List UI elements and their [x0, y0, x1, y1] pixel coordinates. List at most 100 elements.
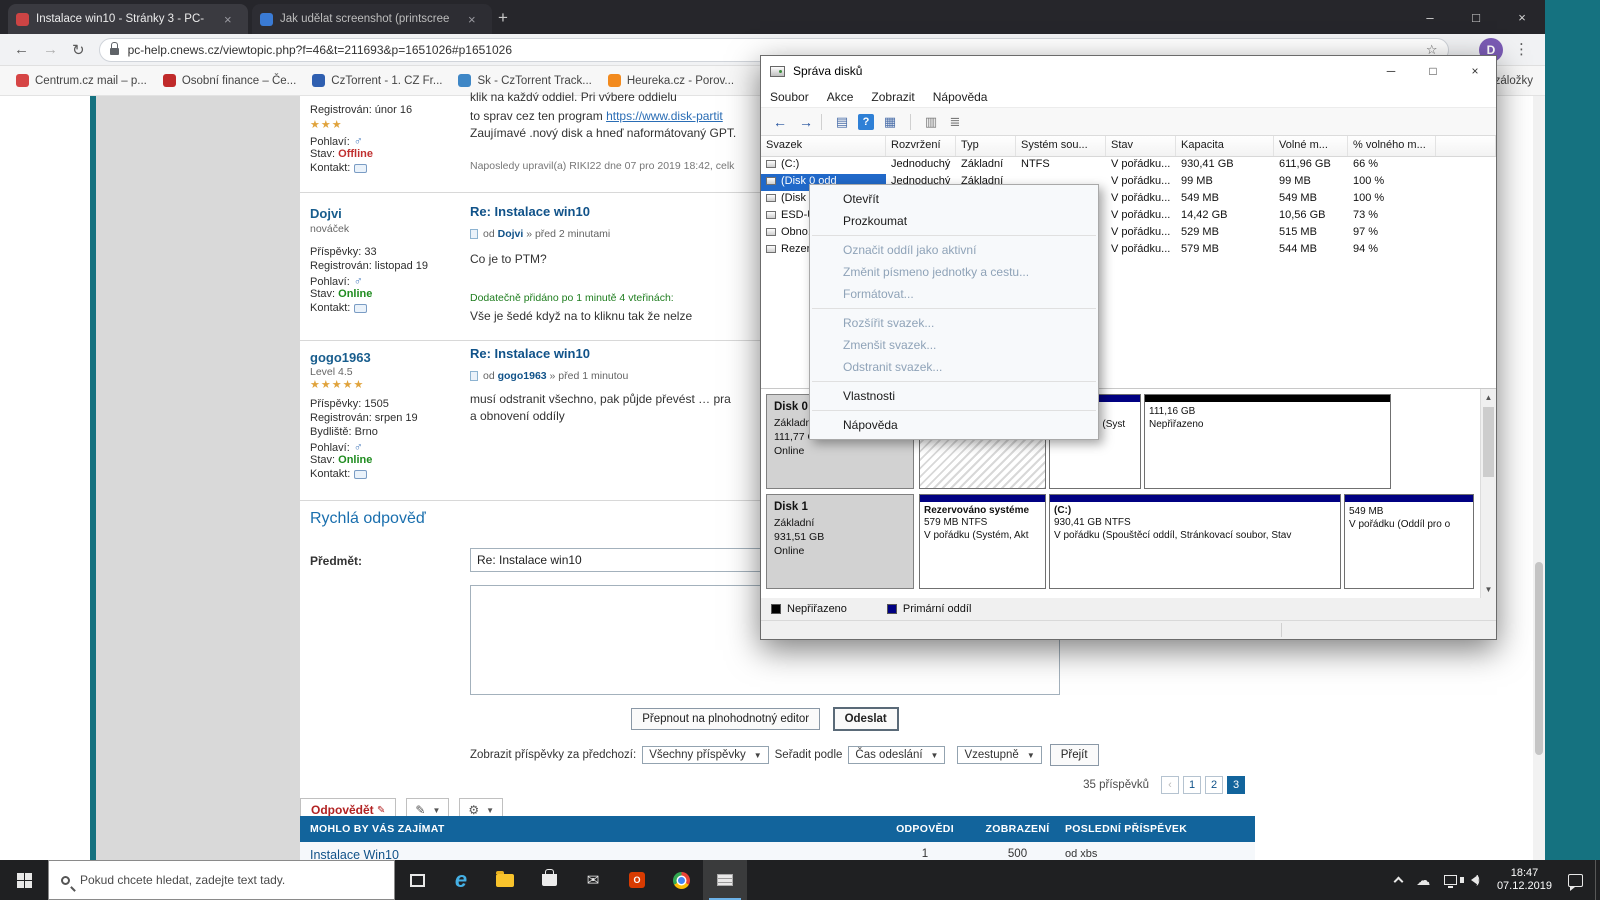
scroll-down-icon[interactable]: ▼	[1481, 585, 1496, 594]
subject-input[interactable]	[470, 548, 770, 572]
maximize-button[interactable]: □	[1412, 56, 1454, 86]
page-prev-button[interactable]: ‹	[1161, 776, 1179, 794]
bookmark-item[interactable]: Heureka.cz - Porov...	[608, 74, 734, 87]
task-view-button[interactable]	[395, 860, 439, 900]
post-title-link[interactable]: Re: Instalace win10	[470, 204, 590, 219]
partition-unallocated[interactable]: 111,16 GB Nepřiřazeno	[1144, 394, 1391, 489]
col-system[interactable]: Systém sou...	[1016, 136, 1106, 156]
close-button[interactable]: ×	[1454, 56, 1496, 86]
disk1-info-panel[interactable]: Disk 1 Základní 931,51 GB Online	[766, 494, 914, 589]
col-pct[interactable]: % volného m...	[1348, 136, 1436, 156]
back-icon[interactable]: ←	[14, 41, 29, 58]
browser-tab-active[interactable]: Instalace win10 - Stránky 3 - PC- ×	[8, 4, 248, 34]
network-icon[interactable]	[1444, 875, 1457, 885]
bookmark-item[interactable]: Osobní finance – Če...	[163, 74, 296, 87]
office-button[interactable]: O	[615, 860, 659, 900]
disk-management-taskbar-button[interactable]	[703, 860, 747, 900]
new-tab-button[interactable]: +	[498, 8, 508, 28]
forward-icon[interactable]: →	[43, 41, 58, 58]
post-body-line: Zaujímavé .nový disk a hneď naformátovan…	[470, 126, 736, 140]
maximize-button[interactable]: □	[1453, 0, 1499, 34]
partition-c[interactable]: (C:) 930,41 GB NTFS V pořádku (Spouštěcí…	[1049, 494, 1341, 589]
volume-list-header: Svazek Rozvržení Typ Systém sou... Stav …	[761, 136, 1496, 157]
browser-menu-icon[interactable]: ⋮	[1514, 40, 1529, 58]
properties-icon[interactable]: ▥	[921, 112, 941, 132]
related-views-value: 500	[970, 848, 1065, 860]
menu-action[interactable]: Akce	[818, 90, 863, 104]
contact-icon[interactable]	[354, 164, 367, 173]
menu-item-explore[interactable]: Prozkoumat	[810, 210, 1098, 232]
sort-select[interactable]: Čas odeslání▼	[848, 746, 945, 764]
contact-icon[interactable]	[354, 470, 367, 479]
scroll-up-icon[interactable]: ▲	[1481, 393, 1496, 402]
mail-button[interactable]: ✉	[571, 860, 615, 900]
contact-icon[interactable]	[354, 304, 367, 313]
browser-scrollbar[interactable]	[1533, 96, 1545, 900]
full-editor-button[interactable]: Přepnout na plnohodnotný editor	[631, 708, 820, 730]
help-icon[interactable]: ?	[858, 114, 874, 130]
submit-button[interactable]: Odeslat	[833, 707, 899, 731]
volume-row[interactable]: (C:) JednoduchýZákladníNTFSV pořádku...9…	[761, 157, 1496, 174]
chrome-button[interactable]	[659, 860, 703, 900]
col-stav[interactable]: Stav	[1106, 136, 1176, 156]
order-select[interactable]: Vzestupně▼	[957, 746, 1041, 764]
profile-registered: Registrován: listopad 19	[310, 260, 428, 272]
dm-title-bar[interactable]: Správa disků ─ □ ×	[761, 56, 1496, 86]
back-icon[interactable]: ←	[773, 114, 787, 130]
minimize-button[interactable]: –	[1407, 0, 1453, 34]
forward-icon[interactable]: →	[799, 114, 813, 130]
byline-user-link[interactable]: gogo1963	[498, 370, 547, 382]
browser-tab-bar: Instalace win10 - Stránky 3 - PC- × Jak …	[0, 0, 1545, 34]
tab-close-icon[interactable]: ×	[224, 12, 232, 27]
volume-icon[interactable]: )	[1471, 874, 1480, 886]
graphic-scrollbar[interactable]: ▲ ▼	[1480, 389, 1496, 598]
byline-user-link[interactable]: Dojvi	[498, 228, 524, 240]
scrollbar-thumb[interactable]	[1535, 562, 1543, 755]
col-typ[interactable]: Typ	[956, 136, 1016, 156]
reload-icon[interactable]: ↻	[72, 41, 85, 59]
topic-display-controls: Zobrazit příspěvky za předchozí: Všechny…	[470, 744, 1103, 766]
edge-button[interactable]: e	[439, 860, 483, 900]
menu-item-properties[interactable]: Vlastnosti	[810, 385, 1098, 407]
post-title-link[interactable]: Re: Instalace win10	[470, 346, 590, 361]
graphic-view-icon[interactable]: ▦	[880, 112, 900, 132]
page-button-active[interactable]: 3	[1227, 776, 1245, 794]
page-button[interactable]: 1	[1183, 776, 1201, 794]
col-volne[interactable]: Volné m...	[1274, 136, 1348, 156]
scrollbar-thumb[interactable]	[1483, 407, 1494, 477]
external-link[interactable]: https://www.disk-partit	[606, 109, 723, 123]
menu-help[interactable]: Nápověda	[924, 90, 997, 104]
bookmark-item[interactable]: CzTorrent - 1. CZ Fr...	[312, 74, 442, 87]
partition-recovery[interactable]: 549 MB V pořádku (Oddíl pro o	[1344, 494, 1474, 589]
bookmark-item[interactable]: Sk - CzTorrent Track...	[458, 74, 591, 87]
menu-file[interactable]: Soubor	[761, 90, 818, 104]
taskbar-search[interactable]: Pokud chcete hledat, zadejte text tady.	[48, 860, 395, 900]
bookmark-item[interactable]: Centrum.cz mail – p...	[16, 74, 147, 87]
tab-close-icon[interactable]: ×	[468, 12, 476, 27]
menu-item-open[interactable]: Otevřít	[810, 188, 1098, 210]
username-link[interactable]: gogo1963	[310, 350, 371, 365]
col-rozvrzeni[interactable]: Rozvržení	[886, 136, 956, 156]
file-explorer-button[interactable]	[483, 860, 527, 900]
taskbar-clock[interactable]: 18:47 07.12.2019	[1497, 867, 1552, 893]
close-button[interactable]: ×	[1499, 0, 1545, 34]
menu-view[interactable]: Zobrazit	[862, 90, 923, 104]
partition-reserved[interactable]: Rezervováno systéme 579 MB NTFS V pořádk…	[919, 494, 1046, 589]
page-button[interactable]: 2	[1205, 776, 1223, 794]
col-kapacita[interactable]: Kapacita	[1176, 136, 1274, 156]
go-button[interactable]: Přejít	[1050, 744, 1099, 766]
menu-item-help[interactable]: Nápověda	[810, 414, 1098, 436]
username-link[interactable]: Dojvi	[310, 206, 342, 221]
col-svazek[interactable]: Svazek	[761, 136, 886, 156]
list-view-icon[interactable]: ▤	[832, 112, 852, 132]
action-center-icon[interactable]	[1568, 874, 1583, 887]
onedrive-icon[interactable]: ☁	[1416, 872, 1430, 889]
store-button[interactable]	[527, 860, 571, 900]
tray-expand-button[interactable]	[1395, 875, 1402, 885]
minimize-button[interactable]: ─	[1370, 56, 1412, 86]
browser-tab[interactable]: Jak udělat screenshot (printscree ×	[252, 4, 492, 34]
show-desktop-button[interactable]	[1595, 860, 1600, 900]
start-button[interactable]	[0, 860, 48, 900]
display-select[interactable]: Všechny příspěvky▼	[642, 746, 768, 764]
options-icon[interactable]: ≣	[945, 112, 965, 132]
